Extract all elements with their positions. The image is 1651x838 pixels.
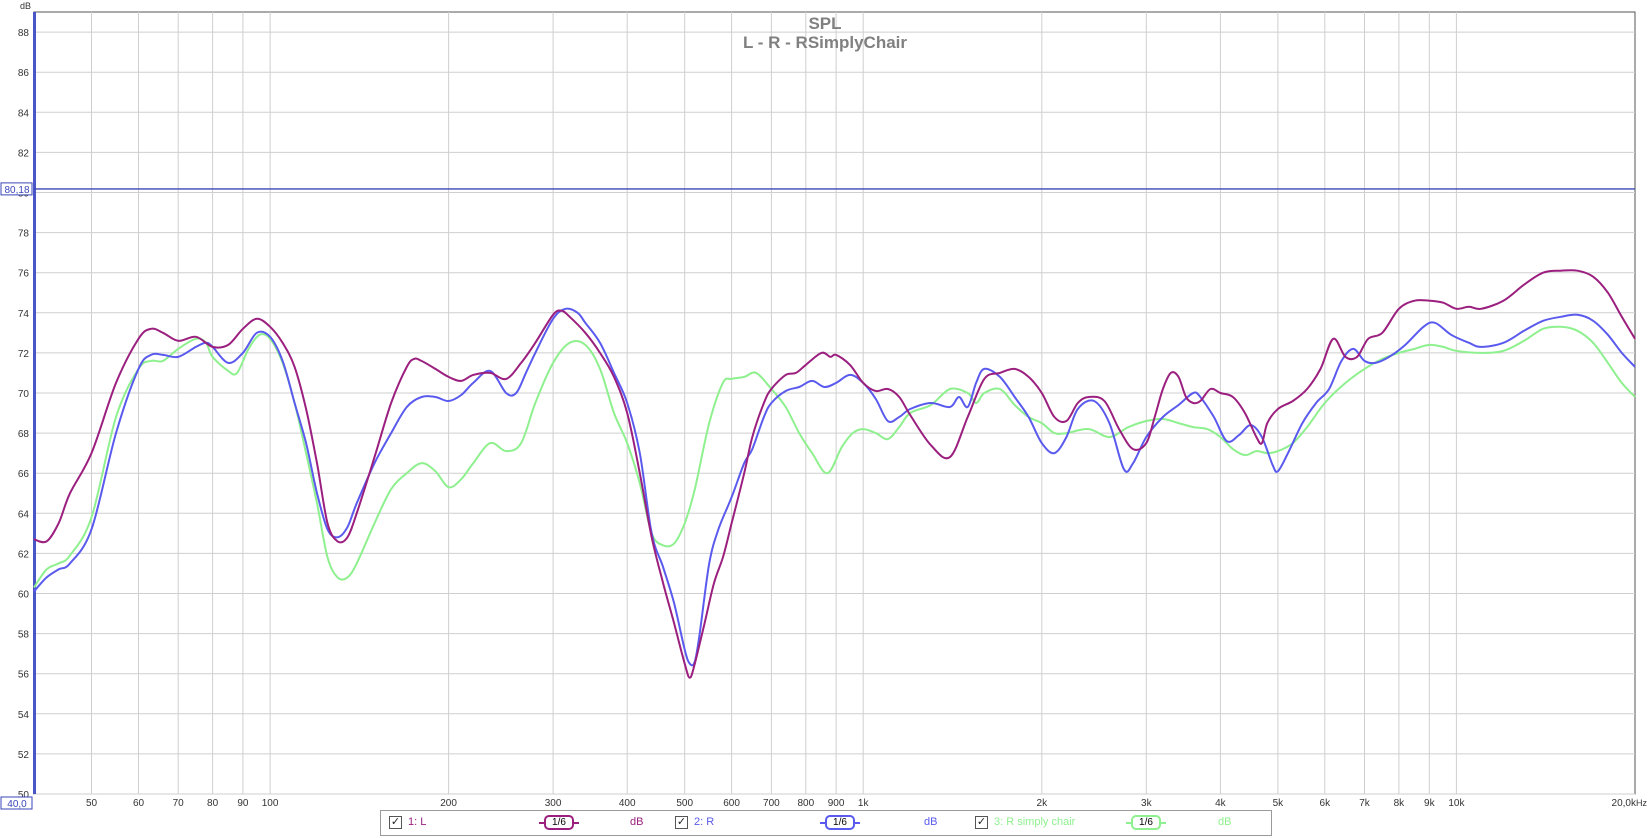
y-tick-label: 78 bbox=[18, 229, 30, 240]
y-tick-label: 54 bbox=[18, 710, 30, 721]
y-axis-label: dB bbox=[20, 1, 31, 11]
y-tick-label: 66 bbox=[18, 469, 30, 480]
x-axis-unit: Hz bbox=[1636, 798, 1647, 808]
chart-title: SPL bbox=[808, 14, 841, 33]
x-tick-label: 8k bbox=[1394, 798, 1406, 809]
series-r-checkbox[interactable]: ✓ bbox=[675, 816, 688, 829]
y-tick-label: 58 bbox=[18, 630, 30, 641]
x-tick-label: 700 bbox=[763, 798, 780, 809]
y-tick-label: 84 bbox=[18, 108, 30, 119]
x-tick-label: 400 bbox=[619, 798, 636, 809]
plot-background bbox=[33, 11, 1636, 795]
y-tick-label: 60 bbox=[18, 590, 30, 601]
x-tick-label: 200 bbox=[440, 798, 457, 809]
x-tick-label: 40,0 bbox=[7, 799, 27, 810]
y-tick-label: 56 bbox=[18, 670, 30, 681]
x-tick-label: 9k bbox=[1424, 798, 1436, 809]
y-tick-label: 62 bbox=[18, 549, 30, 560]
x-tick-label: 800 bbox=[797, 798, 814, 809]
chart-subtitle: L - R - RSimplyChair bbox=[743, 33, 907, 52]
x-tick-label: 600 bbox=[723, 798, 740, 809]
legend-label: 2: R bbox=[694, 816, 715, 828]
legend-swatch bbox=[1160, 822, 1166, 824]
y-tick-label: 72 bbox=[18, 349, 30, 360]
y-tick-label: 76 bbox=[18, 269, 30, 280]
x-tick-label: 10k bbox=[1448, 798, 1465, 809]
legend-swatch bbox=[854, 822, 860, 824]
series-l-checkbox[interactable]: ✓ bbox=[389, 816, 402, 829]
y-tick-label: 82 bbox=[18, 148, 30, 159]
x-tick-label: 4k bbox=[1215, 798, 1227, 809]
y-tick-label: 64 bbox=[18, 509, 30, 520]
legend: ✓ 1: L 1/6 dB ✓ 2: R 1/6 dB ✓ 3: R simpl… bbox=[380, 810, 1272, 836]
x-tick-label: 5k bbox=[1273, 798, 1285, 809]
y-tick-label: 70 bbox=[18, 389, 30, 400]
x-tick-label: 20,0k bbox=[1612, 798, 1637, 809]
legend-label: 3: R simply chair bbox=[994, 816, 1076, 828]
x-tick-label: 300 bbox=[545, 798, 562, 809]
smoothing-button[interactable]: 1/6 bbox=[825, 815, 855, 830]
legend-unit: dB bbox=[924, 816, 938, 828]
x-tick-label: 1k bbox=[858, 798, 870, 809]
y-tick-label: 68 bbox=[18, 429, 30, 440]
x-tick-label: 3k bbox=[1141, 798, 1153, 809]
x-tick-label: 70 bbox=[173, 798, 185, 809]
x-tick-label: 2k bbox=[1037, 798, 1049, 809]
legend-unit: dB bbox=[1218, 816, 1232, 828]
x-axis-ticks: 40,0 50 60 70 80 90 100 200 300 400 500 600 700 800 90… bbox=[0, 796, 1637, 810]
x-tick-label: 500 bbox=[676, 798, 693, 809]
legend-label: 1: L bbox=[408, 816, 427, 828]
y-axis-ticks: 5052545658606264666870727476788082848688 bbox=[18, 28, 30, 801]
x-tick-label: 6k bbox=[1320, 798, 1332, 809]
y-tick-label: 88 bbox=[18, 28, 30, 39]
x-tick-label: 60 bbox=[133, 798, 145, 809]
legend-unit: dB bbox=[630, 816, 644, 828]
y-tick-label: 52 bbox=[18, 750, 30, 761]
x-tick-label: 900 bbox=[828, 798, 845, 809]
x-tick-label: 80 bbox=[207, 798, 219, 809]
x-tick-label: 90 bbox=[237, 798, 249, 809]
y-tick-label: 74 bbox=[18, 309, 30, 320]
x-tick-label: 7k bbox=[1359, 798, 1371, 809]
smoothing-button[interactable]: 1/6 bbox=[544, 815, 574, 830]
smoothing-button[interactable]: 1/6 bbox=[1131, 815, 1161, 830]
x-tick-label: 50 bbox=[86, 798, 98, 809]
legend-swatch bbox=[573, 822, 579, 824]
x-tick-label: 100 bbox=[262, 798, 279, 809]
spl-chart: 50 52 54 56 58 60 62 64 66 68 70 72 74 76 78 80 82 84 86 88… bbox=[0, 1, 1647, 810]
cursor-value: 80,18 bbox=[4, 185, 29, 196]
series-rsc-checkbox[interactable]: ✓ bbox=[975, 816, 988, 829]
y-tick-label: 86 bbox=[18, 68, 30, 79]
left-axis-bar bbox=[33, 12, 36, 794]
